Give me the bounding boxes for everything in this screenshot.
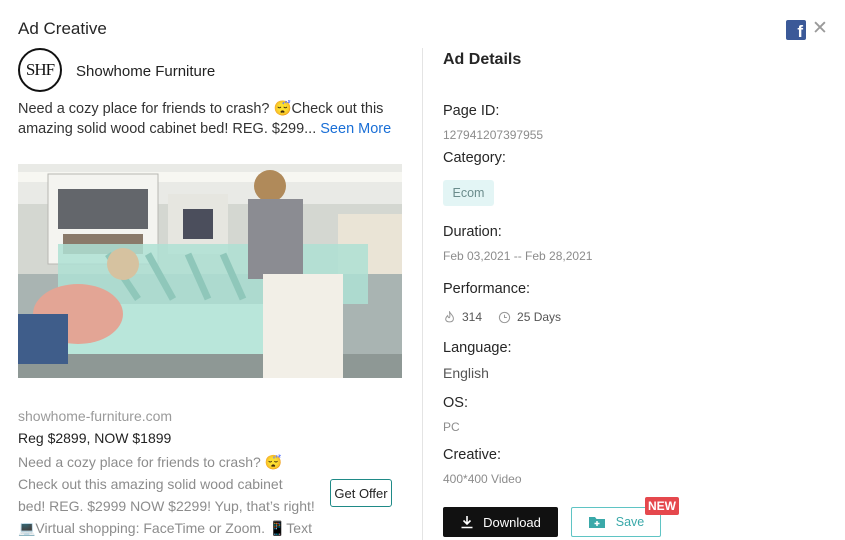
category-badge: Ecom xyxy=(443,180,494,206)
performance-stats: 314 25 Days xyxy=(443,308,561,326)
modal-title: Ad Creative xyxy=(18,19,107,38)
flame-icon xyxy=(445,310,454,322)
see-more-link[interactable]: Seen More xyxy=(320,121,391,137)
ad-description: Need a cozy place for friends to crash? … xyxy=(18,451,330,539)
post-text: Need a cozy place for friends to crash? … xyxy=(18,99,398,139)
os-label: OS: xyxy=(443,395,468,411)
folder-add-icon xyxy=(588,517,605,528)
ad-headline: Reg $2899, NOW $1899 xyxy=(18,430,172,446)
new-badge: NEW xyxy=(645,497,679,515)
performance-label: Performance: xyxy=(443,281,531,297)
column-divider xyxy=(422,48,423,540)
save-label: Save xyxy=(615,515,645,529)
description-line: Check out this amazing solid wood cabine… xyxy=(18,476,283,492)
ad-video-thumbnail[interactable] xyxy=(18,164,402,378)
language-label: Language: xyxy=(443,340,512,356)
description-line: bed! REG. $2999 NOW $2299! Yup, that’s r… xyxy=(18,498,315,514)
page-avatar: SHF xyxy=(18,48,62,92)
get-offer-button[interactable]: Get Offer xyxy=(330,479,392,507)
facebook-icon: f xyxy=(786,20,806,40)
download-icon xyxy=(461,516,473,529)
avatar-logo-text: SHF xyxy=(25,60,55,79)
description-line: Need a cozy place for friends to crash? … xyxy=(18,454,283,470)
page-id-label: Page ID: xyxy=(443,103,500,119)
days-count: 25 Days xyxy=(517,310,562,324)
ad-domain[interactable]: showhome-furniture.com xyxy=(18,408,172,424)
duration-value: Feb 03,2021 -- Feb 28,2021 xyxy=(443,249,593,263)
download-button[interactable]: Download xyxy=(443,507,558,537)
likes-count: 314 xyxy=(462,310,483,324)
download-label: Download xyxy=(483,514,541,530)
language-value: English xyxy=(443,365,489,381)
page-id-value: 127941207397955 xyxy=(443,128,544,142)
clock-icon xyxy=(498,311,511,323)
category-label: Category: xyxy=(443,150,506,166)
duration-label: Duration: xyxy=(443,224,502,240)
ad-details-title: Ad Details xyxy=(443,51,522,68)
close-icon[interactable]: ✕ xyxy=(812,18,828,40)
description-line: 💻Virtual shopping: FaceTime or Zoom. 📱Te… xyxy=(18,520,312,536)
creative-label: Creative: xyxy=(443,447,502,463)
creative-value: 400*400 Video xyxy=(443,472,522,486)
os-value: PC xyxy=(443,420,460,434)
page-name: Showhome Furniture xyxy=(76,63,216,80)
